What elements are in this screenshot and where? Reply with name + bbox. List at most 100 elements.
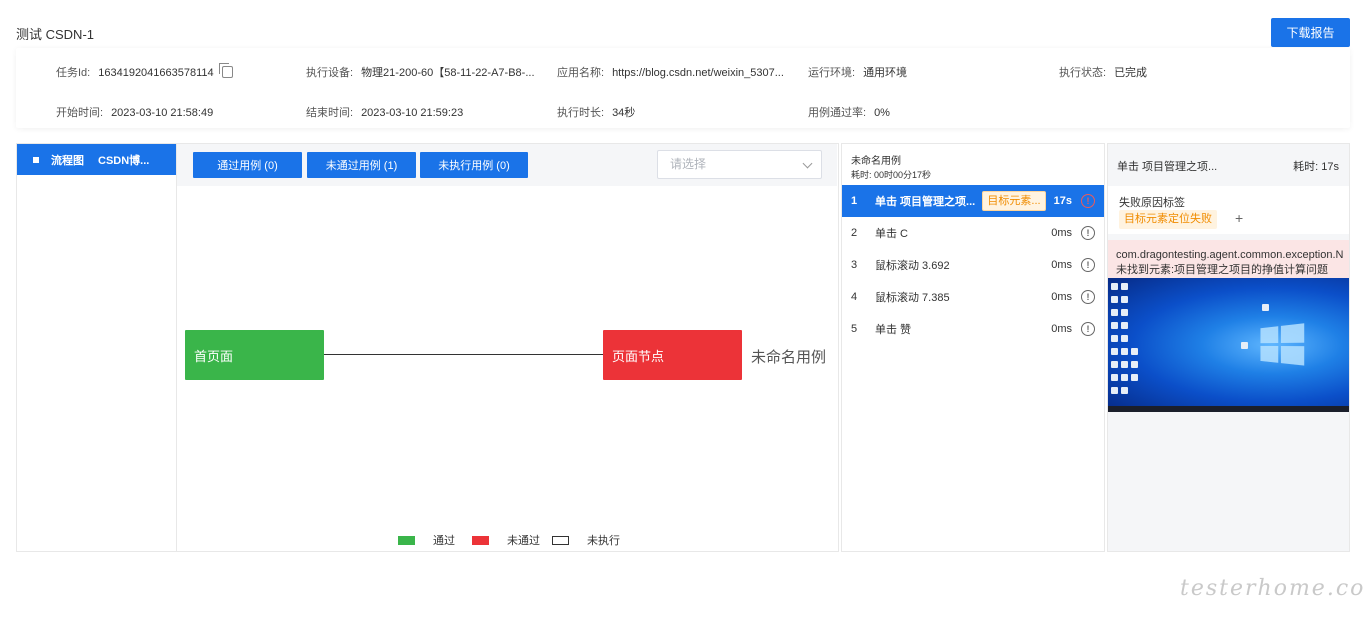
pass-rate-label: 用例通过率: [808,107,867,119]
start-time-value: 2023-03-10 21:58:49 [111,107,214,119]
step-duration: 0ms [1051,227,1072,239]
step-row[interactable]: 3 鼠标滚动 3.692 0ms ! [842,249,1104,281]
step-name: 单击 项目管理之项... [875,196,976,208]
step-detail-panel: 单击 项目管理之项... 耗时: 17s 失败原因标签 目标元素定位失败 + c… [1107,143,1350,552]
legend-fail-swatch [472,535,489,545]
step-number: 5 [851,323,858,335]
copy-icon[interactable] [218,63,233,78]
fail-cases-button[interactable]: 未通过用例 (1) [307,152,416,178]
fail-reason-label: 失败原因标签 [1119,197,1185,209]
desktop-icon [1121,361,1128,368]
warning-icon: ! [1081,226,1095,240]
chevron-down-icon [802,158,813,169]
duration-field: 执行时长: 34秒 [557,104,635,120]
desktop-icon [1111,283,1118,290]
env-label: 运行环境: [808,67,856,79]
case-select[interactable]: 请选择 [657,150,822,179]
sidebar: 流程图 CSDN博... [16,143,177,552]
error-line: com.dragontesting.agent.common.exception… [1116,249,1344,261]
step-fail-tag: 目标元素... [982,191,1046,211]
step-number: 4 [851,291,858,303]
desktop-icon [1121,322,1128,329]
desktop-icon [1262,304,1269,311]
flow-node-home[interactable]: 首页面 [185,330,324,380]
desktop-icon [1111,309,1118,316]
desktop-icon [1121,283,1128,290]
step-row[interactable]: 5 单击 赞 0ms ! [842,313,1104,345]
fail-reason-tag: 目标元素定位失败 [1119,210,1217,229]
legend-notrun-label: 未执行 [587,535,620,547]
download-report-button[interactable]: 下载报告 [1271,18,1350,47]
fail-reason-box: 失败原因标签 目标元素定位失败 + [1108,186,1349,234]
app-field: 应用名称: https://blog.csdn.net/weixin_5307..… [557,64,784,80]
detail-time: 耗时: 17s [1293,161,1339,173]
screenshot-thumbnail[interactable] [1108,278,1349,412]
env-value: 通用环境 [863,67,908,79]
case-select-placeholder: 请选择 [670,157,707,171]
desktop-icon [1131,361,1138,368]
watermark: testerhome.com [1180,576,1366,601]
legend-fail-label: 未通过 [507,535,540,547]
error-line: 未找到元素:项目管理之项目的挣值计算问题 [1116,264,1329,276]
flow-node-page[interactable]: 页面节点 [603,330,742,380]
pass-rate-field: 用例通过率: 0% [808,104,890,120]
detail-title: 单击 项目管理之项... [1117,161,1218,173]
steps-elapsed: 耗时: 00时00分17秒 [851,170,932,180]
status-field: 执行状态: 已完成 [1059,64,1147,80]
duration-label: 执行时长: [557,107,605,119]
status-label: 执行状态: [1059,67,1107,79]
flow-toolbar: 通过用例 (0) 未通过用例 (1) 未执行用例 (0) 请选择 [177,144,837,186]
status-value: 已完成 [1114,67,1148,79]
warning-icon: ! [1081,322,1095,336]
desktop-icon [1241,342,1248,349]
step-row[interactable]: 2 单击 C 0ms ! [842,217,1104,249]
flow-case-label: 未命名用例 [751,349,827,366]
start-time-field: 开始时间: 2023-03-10 21:58:49 [56,104,213,120]
sidebar-item-flowchart[interactable]: 流程图 CSDN博... [17,144,176,175]
pass-cases-button[interactable]: 通过用例 (0) [193,152,302,178]
task-info-card: 任务Id: 1634192041663578114 执行设备: 物理21-200-6… [16,48,1350,128]
flow-edge [324,354,603,355]
legend-notrun-swatch [552,535,569,545]
step-number: 2 [851,227,858,239]
steps-title: 未命名用例 [851,156,901,167]
legend-pass-swatch [398,535,415,545]
device-field: 执行设备: 物理21-200-60【58-11-22-A7-B8-... [306,64,535,80]
step-duration: 0ms [1051,291,1072,303]
desktop-icon [1121,387,1128,394]
warning-icon: ! [1081,290,1095,304]
step-number: 3 [851,259,858,271]
desktop-icon [1111,387,1118,394]
step-row[interactable]: 4 鼠标滚动 7.385 0ms ! [842,281,1104,313]
desktop-icon [1111,348,1118,355]
step-name: 单击 赞 [875,324,912,336]
taskbar [1108,406,1349,412]
notrun-cases-button[interactable]: 未执行用例 (0) [420,152,528,178]
desktop-icon [1131,348,1138,355]
page-title: 测试 CSDN-1 [16,27,95,42]
desktop-icon [1121,335,1128,342]
step-duration: 0ms [1051,323,1072,335]
env-field: 运行环境: 通用环境 [808,64,907,80]
desktop-icon [1111,322,1118,329]
windows-logo-icon [1260,323,1305,367]
legend-pass-label: 通过 [433,535,455,547]
error-message: com.dragontesting.agent.common.exception… [1108,240,1349,280]
desktop-icon [1121,374,1128,381]
step-duration: 17s [1053,195,1072,207]
error-icon: ! [1081,194,1095,208]
task-id-value: 1634192041663578114 [98,67,214,79]
task-id-field: 任务Id: 1634192041663578114 [56,63,233,80]
step-name: 单击 C [875,228,908,240]
end-time-value: 2023-03-10 21:59:23 [361,107,464,119]
desktop-icon [1121,348,1128,355]
warning-icon: ! [1081,258,1095,272]
duration-value: 34秒 [612,107,636,119]
report-page: 测试 CSDN-1 下载报告 任务Id: 1634192041663578114 … [0,0,1366,619]
bullet-icon [33,156,39,163]
add-tag-icon[interactable]: + [1235,210,1243,226]
step-row[interactable]: 1 单击 项目管理之项... 目标元素... 17s ! [842,185,1104,217]
desktop-icon [1121,296,1128,303]
desktop-icon [1111,296,1118,303]
pass-rate-value: 0% [874,107,890,119]
